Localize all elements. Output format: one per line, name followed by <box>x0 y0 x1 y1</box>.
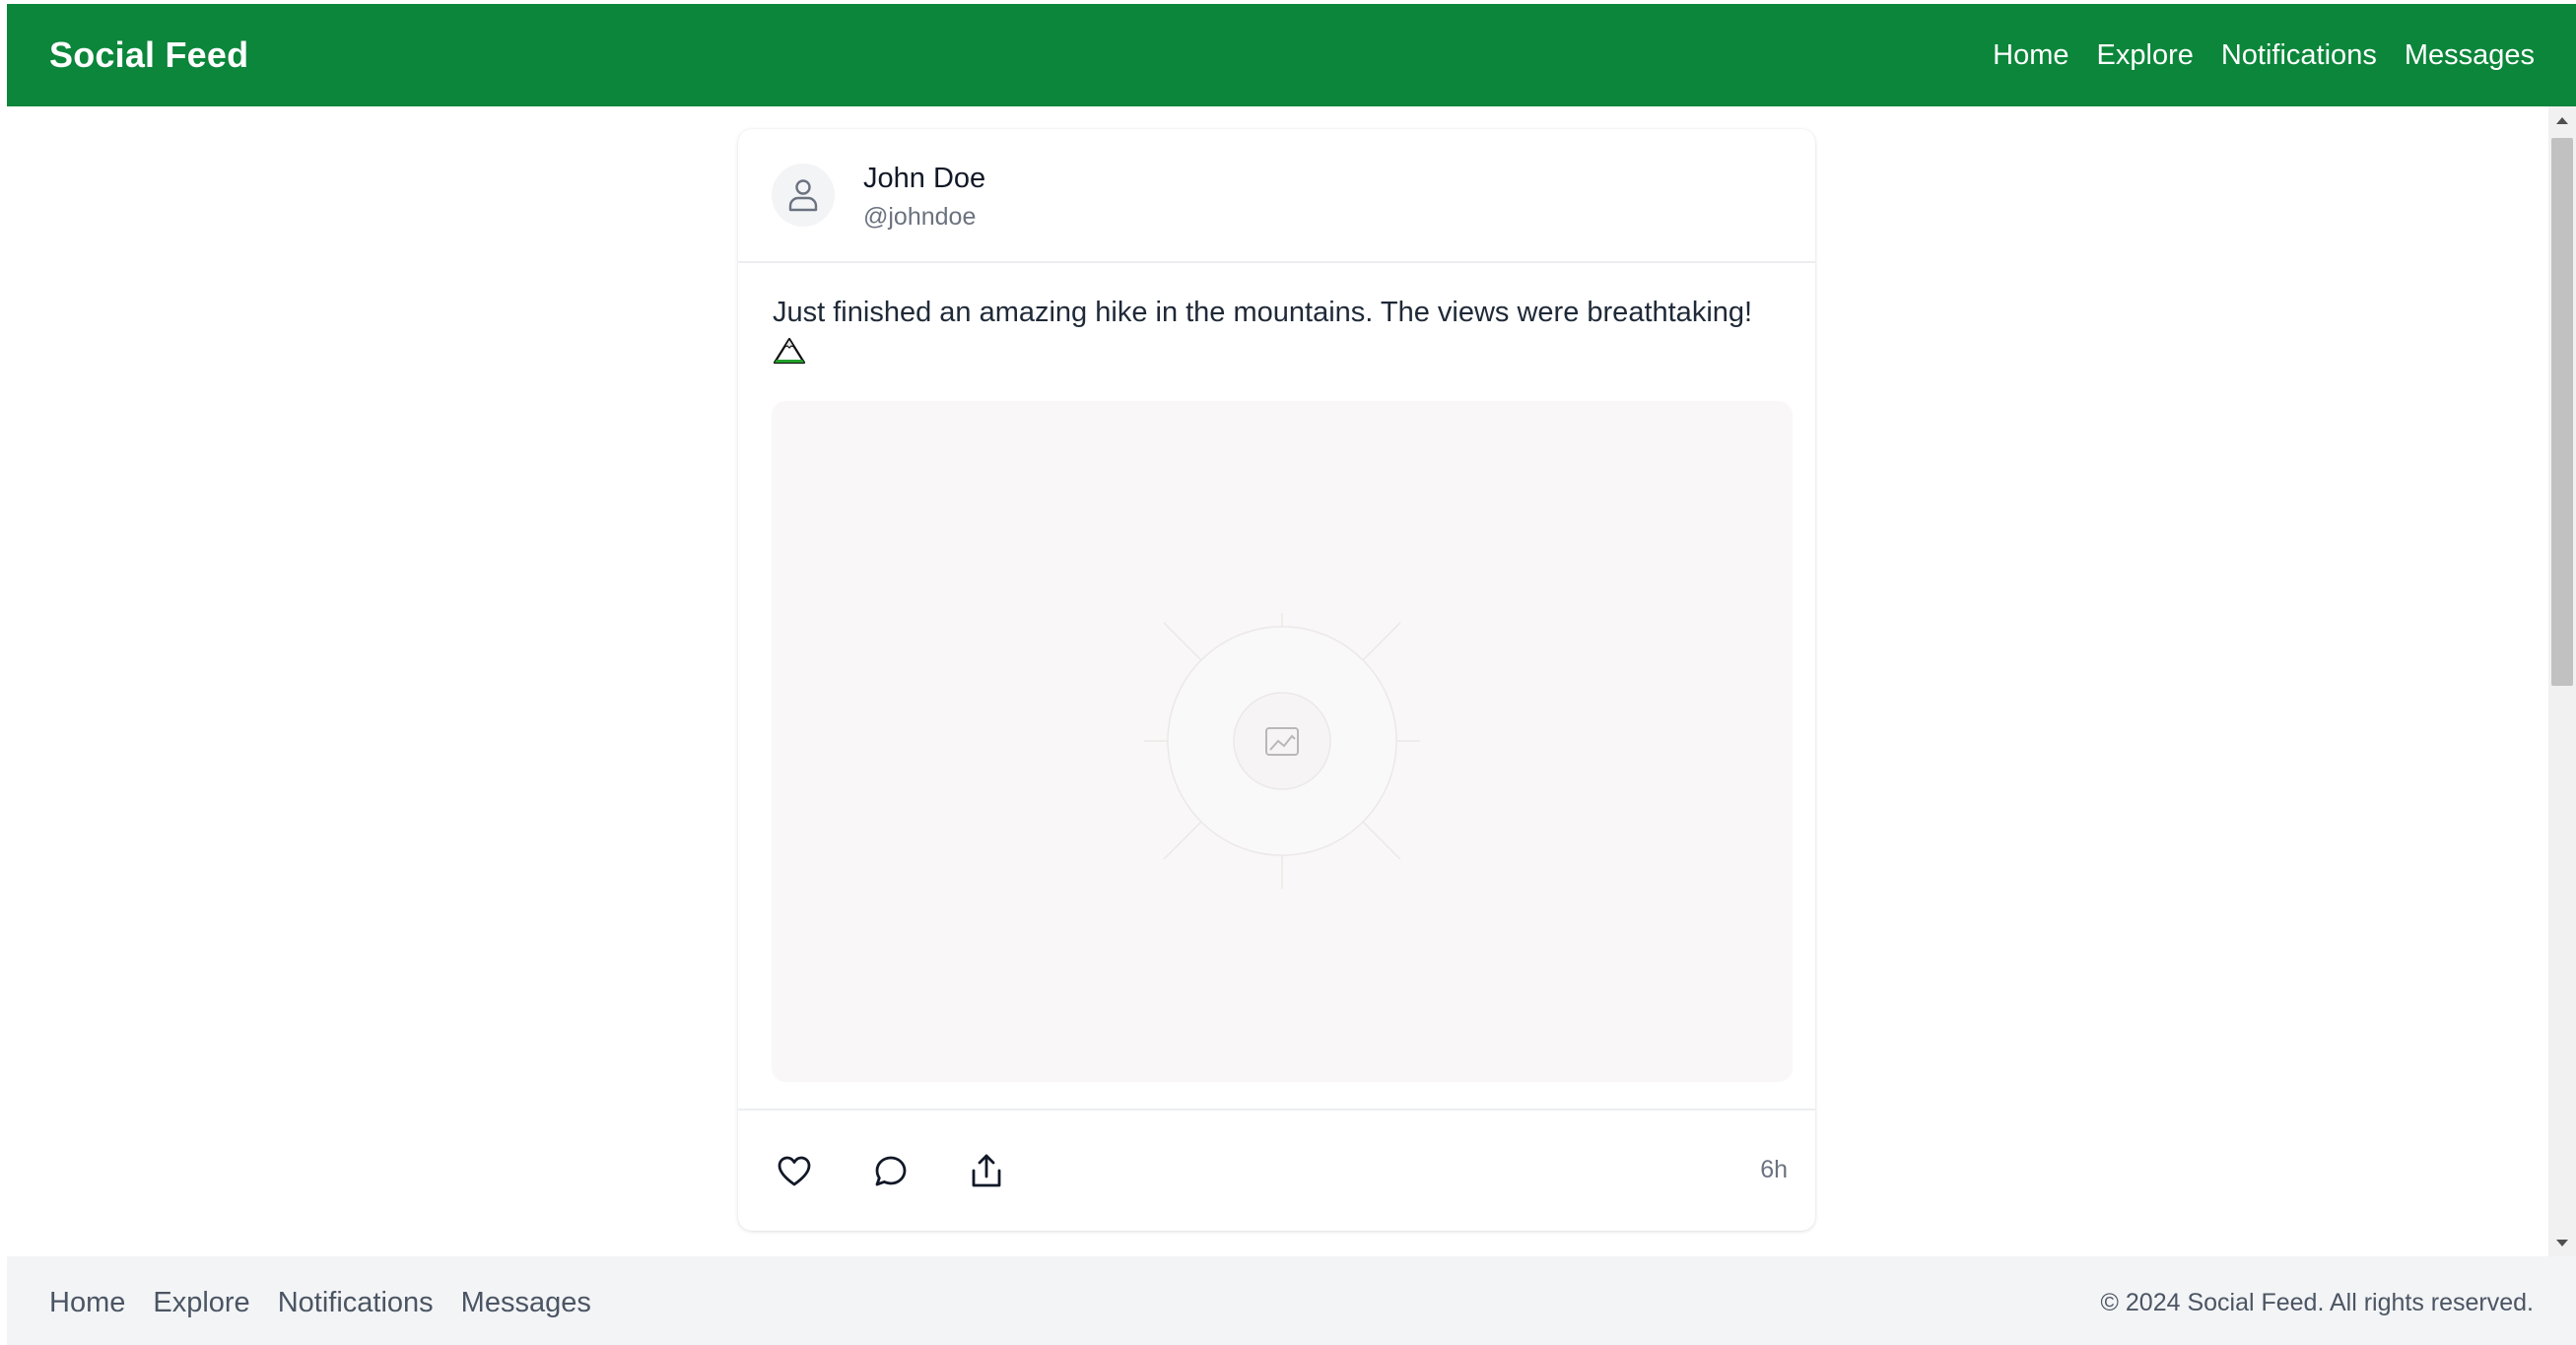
vertical-scrollbar[interactable] <box>2548 106 2576 1256</box>
image-icon <box>1144 613 1420 889</box>
top-nav: Home Explore Notifications Messages <box>1993 39 2535 72</box>
post-body: Just finished an amazing hike in the mou… <box>773 291 1788 378</box>
heart-icon <box>778 1156 811 1186</box>
browser-viewport: Social Feed Home Explore Notifications M… <box>7 4 2576 1345</box>
nav-link-notifications[interactable]: Notifications <box>2221 39 2377 72</box>
footer-link-notifications[interactable]: Notifications <box>278 1287 434 1319</box>
scroll-up-arrow[interactable] <box>2548 106 2576 134</box>
footer-nav: Home Explore Notifications Messages <box>49 1287 591 1319</box>
footer-link-explore[interactable]: Explore <box>153 1287 249 1319</box>
post-actions: 6h <box>738 1109 1815 1231</box>
copyright-text: © 2024 Social Feed. All rights reserved. <box>2100 1288 2534 1316</box>
top-navbar: Social Feed Home Explore Notifications M… <box>7 4 2576 106</box>
brand-logo[interactable]: Social Feed <box>49 34 248 76</box>
share-button[interactable] <box>965 1150 1008 1193</box>
nav-link-explore[interactable]: Explore <box>2097 39 2194 72</box>
post-text: Just finished an amazing hike in the mou… <box>773 297 1753 328</box>
like-button[interactable] <box>773 1150 816 1193</box>
author-handle[interactable]: @johndoe <box>863 203 976 232</box>
post-timestamp: 6h <box>1760 1156 1788 1183</box>
post-image-placeholder[interactable] <box>772 401 1793 1082</box>
nav-link-messages[interactable]: Messages <box>2405 39 2535 72</box>
comment-icon <box>875 1156 907 1186</box>
footer-link-messages[interactable]: Messages <box>461 1287 591 1319</box>
share-icon <box>972 1154 1001 1187</box>
post-header: John Doe @johndoe <box>738 129 1815 263</box>
avatar[interactable] <box>772 164 835 227</box>
scrollbar-thumb[interactable] <box>2551 138 2573 686</box>
site-footer: Home Explore Notifications Messages © 20… <box>7 1256 2576 1345</box>
mountain-icon <box>773 335 806 378</box>
nav-link-home[interactable]: Home <box>1993 39 2068 72</box>
comment-button[interactable] <box>869 1150 913 1193</box>
author-name[interactable]: John Doe <box>863 163 985 195</box>
scroll-down-arrow[interactable] <box>2548 1229 2576 1256</box>
user-icon <box>788 179 818 212</box>
footer-link-home[interactable]: Home <box>49 1287 125 1319</box>
post-card: John Doe @johndoe Just finished an amazi… <box>738 129 1815 1231</box>
